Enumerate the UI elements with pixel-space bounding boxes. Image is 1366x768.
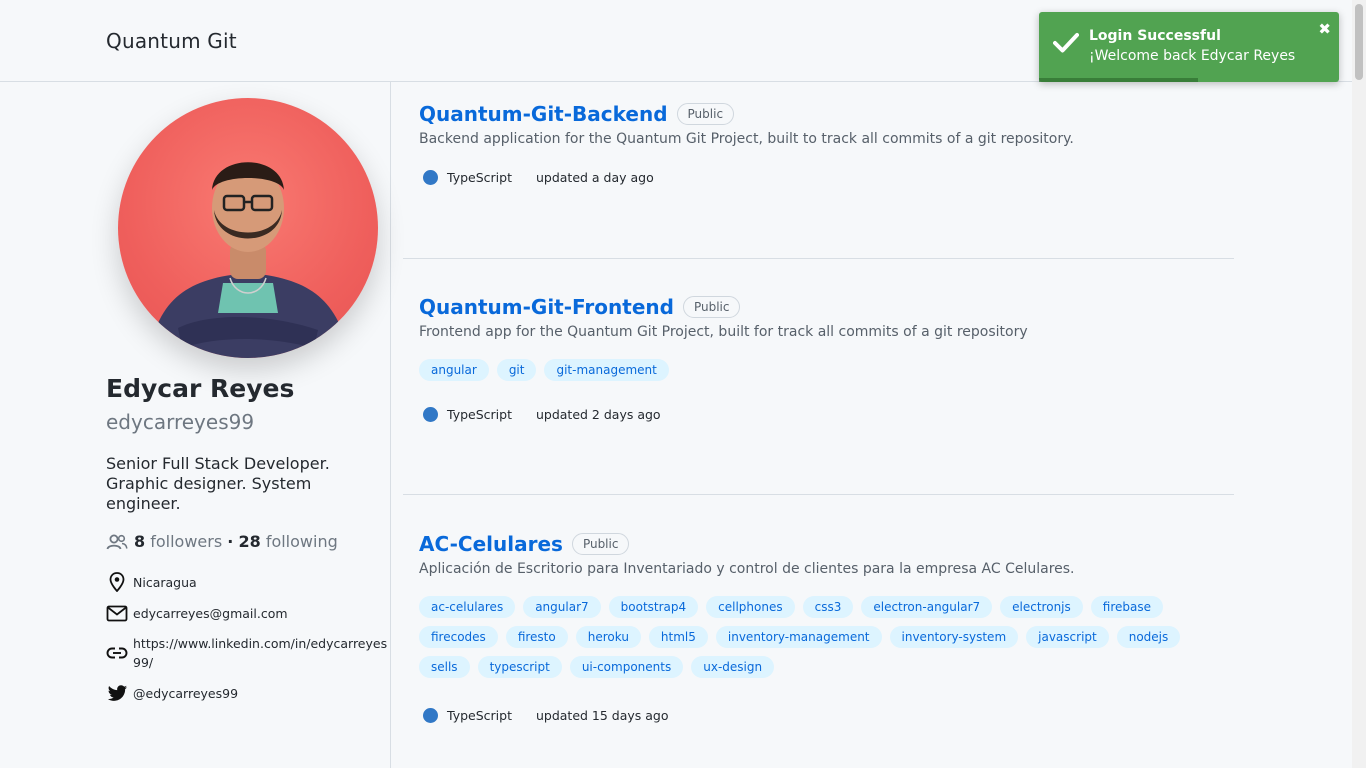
- close-icon[interactable]: ✖: [1318, 20, 1331, 38]
- follow-separator: ·: [227, 532, 234, 551]
- topic-tag[interactable]: git-management: [544, 359, 669, 381]
- topic-tag[interactable]: angular: [419, 359, 489, 381]
- topic-tag[interactable]: heroku: [575, 626, 641, 648]
- visibility-badge: Public: [676, 103, 735, 125]
- people-icon: [106, 533, 128, 551]
- followers-count[interactable]: 8: [134, 532, 145, 551]
- twitter-handle[interactable]: @edycarreyes99: [133, 684, 238, 703]
- topic-tag[interactable]: inventory-system: [889, 626, 1019, 648]
- topic-tag[interactable]: electron-angular7: [861, 596, 993, 618]
- topic-tag[interactable]: ui-components: [569, 656, 684, 678]
- repo-meta: TypeScript updated 15 days ago: [423, 708, 669, 723]
- repo-name-link[interactable]: Quantum-Git-Frontend: [419, 295, 674, 319]
- scrollbar[interactable]: [1352, 0, 1366, 768]
- repo-title-row: Quantum-Git-Frontend Public: [419, 295, 741, 319]
- repo-title-row: Quantum-Git-Backend Public: [419, 102, 735, 126]
- topic-tag[interactable]: electronjs: [1000, 596, 1083, 618]
- website-line-1[interactable]: https://www.linkedin.com/in/edycarreyes: [133, 636, 387, 651]
- repo-topics: angular git git-management: [419, 359, 1219, 389]
- email-link[interactable]: edycarreyes@gmail.com: [133, 604, 288, 623]
- topic-tag[interactable]: typescript: [477, 656, 562, 678]
- toast-title: Login Successful: [1089, 28, 1221, 44]
- mail-icon: [106, 605, 128, 622]
- following-count[interactable]: 28: [238, 532, 260, 551]
- topic-tag[interactable]: cellphones: [706, 596, 795, 618]
- language-color-dot: [423, 170, 438, 185]
- follow-stats: 8 followers · 28 following: [106, 532, 338, 551]
- profile-twitter: @edycarreyes99: [106, 684, 238, 703]
- scrollbar-thumb[interactable]: [1355, 4, 1363, 80]
- login-toast[interactable]: Login Successful ¡Welcome back Edycar Re…: [1039, 12, 1339, 82]
- checkmark-icon: [1053, 32, 1079, 58]
- toast-progress-bar: [1039, 78, 1198, 82]
- website-link[interactable]: https://www.linkedin.com/in/edycarreyes 9…: [133, 634, 387, 672]
- repo-divider: [403, 494, 1234, 495]
- repo-updated: updated a day ago: [535, 170, 654, 185]
- profile-email: edycarreyes@gmail.com: [106, 604, 288, 623]
- topic-tag[interactable]: bootstrap4: [608, 596, 699, 618]
- visibility-badge: Public: [682, 296, 741, 318]
- profile-location: Nicaragua: [106, 572, 197, 592]
- repo-title-row: AC-Celulares Public: [419, 532, 630, 556]
- location-text: Nicaragua: [133, 574, 197, 590]
- following-label[interactable]: following: [266, 532, 338, 551]
- repo-description: Frontend app for the Quantum Git Project…: [419, 324, 1028, 340]
- repo-language: TypeScript: [447, 170, 512, 185]
- topic-tag[interactable]: html5: [648, 626, 708, 648]
- followers-label[interactable]: followers: [150, 532, 222, 551]
- repo-updated: updated 15 days ago: [535, 708, 669, 723]
- toast-message: ¡Welcome back Edycar Reyes: [1089, 48, 1296, 64]
- repo-name-link[interactable]: Quantum-Git-Backend: [419, 102, 668, 126]
- topic-tag[interactable]: javascript: [1026, 626, 1109, 648]
- repo-description: Aplicación de Escritorio para Inventaria…: [419, 561, 1075, 577]
- profile-username: edycarreyes99: [106, 410, 255, 434]
- topic-tag[interactable]: nodejs: [1116, 626, 1181, 648]
- topic-tag[interactable]: git: [496, 359, 537, 381]
- topic-tag[interactable]: firecodes: [419, 626, 498, 648]
- topic-tag[interactable]: sells: [419, 656, 470, 678]
- topic-tag[interactable]: ac-celulares: [419, 596, 516, 618]
- profile-avatar: [118, 98, 378, 358]
- repo-divider: [403, 258, 1234, 259]
- topic-tag[interactable]: css3: [802, 596, 854, 618]
- topic-tag[interactable]: firesto: [505, 626, 568, 648]
- topic-tag[interactable]: inventory-management: [715, 626, 882, 648]
- repo-topics: ac-celulares angular7 bootstrap4 cellphones…: [419, 596, 1219, 686]
- link-icon: [106, 647, 128, 659]
- visibility-badge: Public: [571, 533, 630, 555]
- repo-meta: TypeScript updated 2 days ago: [423, 407, 661, 422]
- topic-tag[interactable]: angular7: [523, 596, 601, 618]
- location-pin-icon: [106, 572, 128, 592]
- profile-name: Edycar Reyes: [106, 374, 295, 403]
- repo-language: TypeScript: [447, 407, 512, 422]
- repo-meta: TypeScript updated a day ago: [423, 170, 654, 185]
- language-color-dot: [423, 407, 438, 422]
- profile-bio: Senior Full Stack Developer. Graphic des…: [106, 454, 330, 513]
- website-line-2[interactable]: 99/: [133, 655, 153, 670]
- repo-description: Backend application for the Quantum Git …: [419, 131, 1074, 147]
- app-brand[interactable]: Quantum Git: [106, 29, 237, 53]
- topic-tag[interactable]: firebase: [1090, 596, 1163, 618]
- topic-tag[interactable]: ux-design: [691, 656, 775, 678]
- repo-name-link[interactable]: AC-Celulares: [419, 532, 563, 556]
- repo-updated: updated 2 days ago: [535, 407, 661, 422]
- language-color-dot: [423, 708, 438, 723]
- profile-website: https://www.linkedin.com/in/edycarreyes 9…: [106, 634, 387, 672]
- repo-language: TypeScript: [447, 708, 512, 723]
- twitter-icon: [106, 684, 128, 703]
